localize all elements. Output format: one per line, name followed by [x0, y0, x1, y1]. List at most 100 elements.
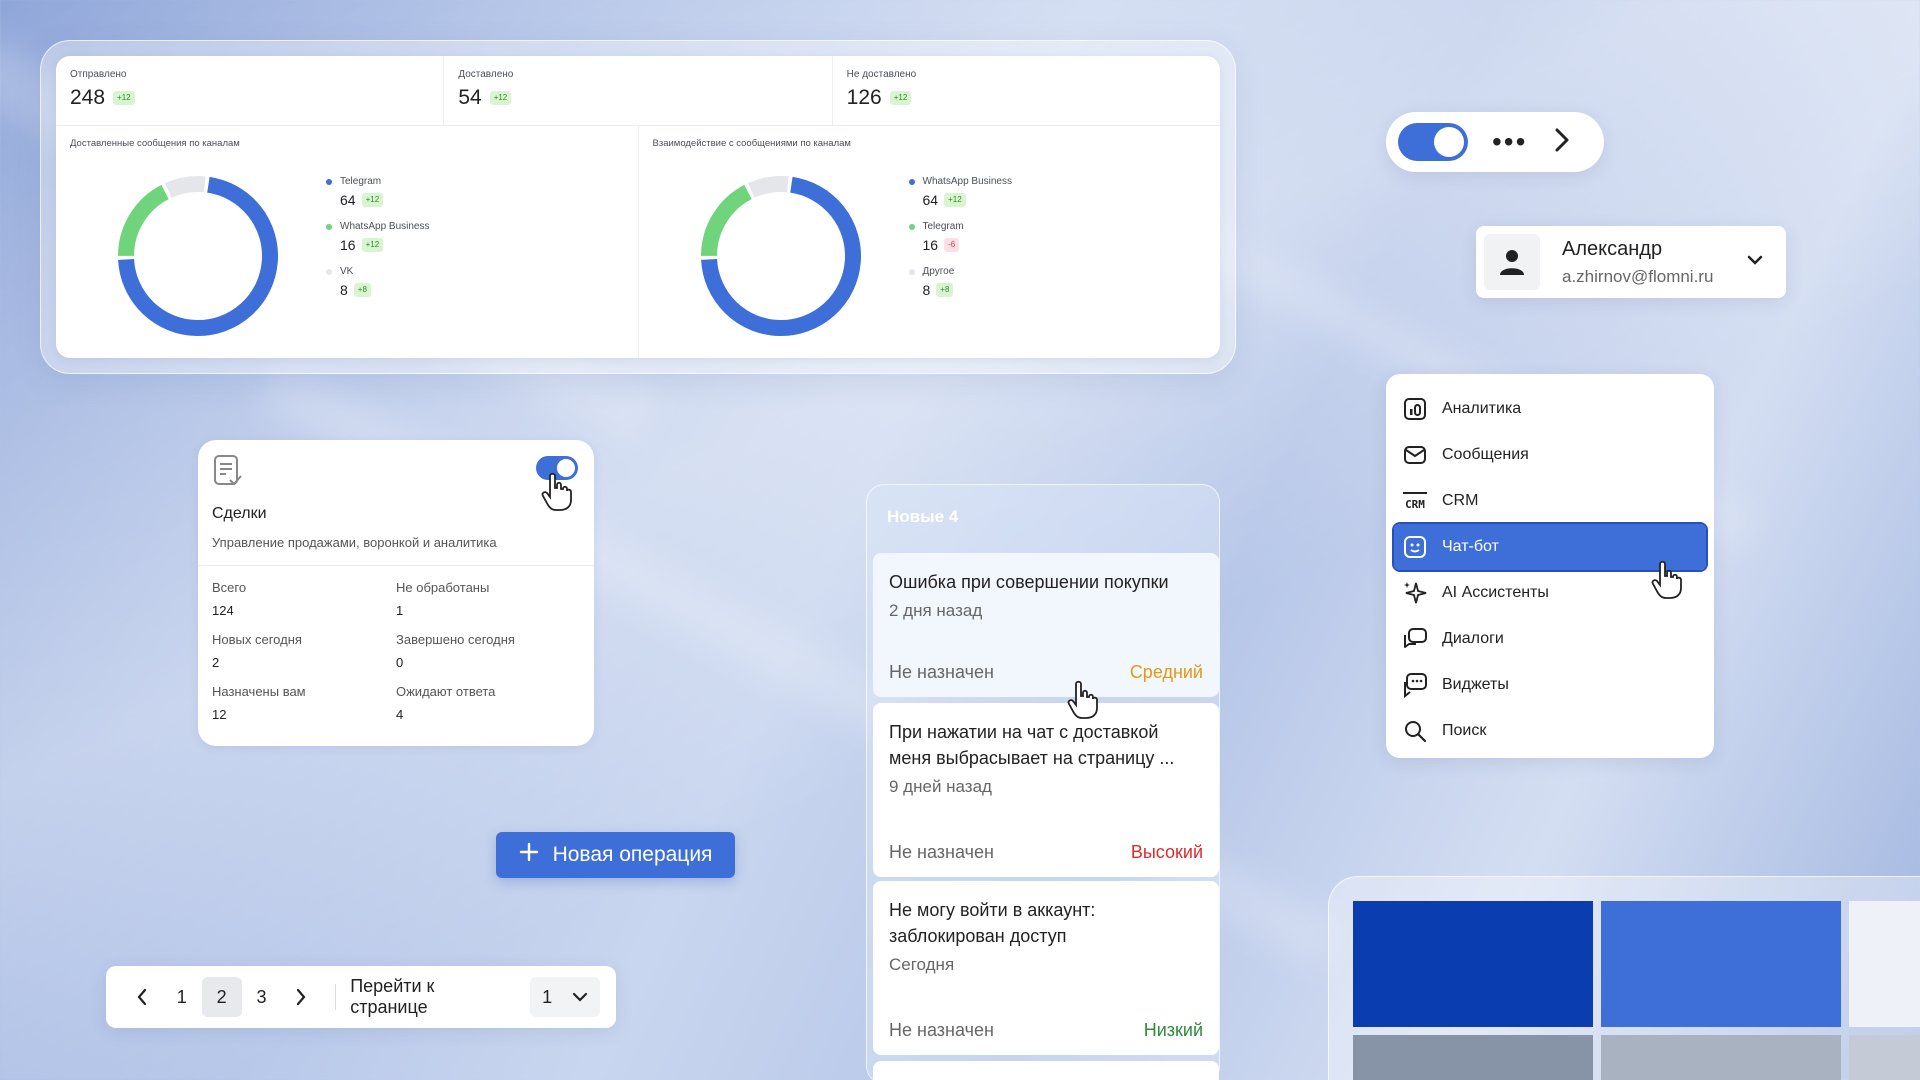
chatbot-icon [1402, 534, 1428, 560]
donut-chart [118, 176, 278, 336]
deals-metric: Не обработаны 1 [396, 580, 490, 618]
swatch-blue [1601, 901, 1841, 1027]
ticket-card[interactable]: Не могу войти в аккаунт: заблокирован до… [873, 881, 1219, 1055]
legend-value: 8 [922, 282, 931, 298]
legend-item: WhatsApp Business 64 +12 [908, 176, 1013, 208]
legend-item: VK 8 +8 [326, 266, 430, 298]
ticket-priority: Высокий [1130, 842, 1203, 862]
new-operation-label: Новая операция [552, 843, 713, 866]
analytics-icon [1402, 396, 1428, 422]
page-button-current[interactable]: 2 [201, 977, 242, 1017]
hand-cursor-icon [541, 472, 572, 511]
search-icon [1402, 718, 1428, 744]
legend-value: 8 [340, 282, 348, 298]
chart-title: Взаимодействие с сообщениями по каналам [652, 138, 851, 149]
chevron-down-icon[interactable] [1746, 253, 1764, 271]
stat-label: Отправлено [70, 69, 127, 80]
deals-title: Сделки [212, 505, 267, 522]
deals-metric: Всего 124 [212, 580, 247, 618]
stats-dashboard: Отправлено 248 +12 Доставлено 54 +12 Не до… [56, 56, 1220, 358]
donut-slice-vk [164, 176, 206, 198]
ticket-time: 2 дня назад [889, 601, 983, 620]
goto-label: Перейти к странице [350, 976, 435, 1017]
ticket-card[interactable]: Ошибка при совершении покупки 2 дня наза… [873, 553, 1219, 697]
legend-dot [326, 223, 332, 230]
ticket-priority: Низкий [1143, 1020, 1203, 1040]
legend-label: WhatsApp Business [922, 176, 1013, 187]
menu-label: Поиск [1442, 722, 1487, 739]
menu-label: CRM [1442, 492, 1479, 509]
legend-label: Telegram [922, 221, 964, 232]
ticket-title: Ошибка при совершении покупки [889, 572, 1169, 592]
chevron-left-icon [137, 988, 147, 1006]
ticket-time: Сегодня [889, 955, 955, 974]
legend-dot [908, 223, 915, 230]
control-bar: ••• [1386, 112, 1604, 172]
next-page-button[interactable] [281, 977, 321, 1017]
swatch-light [1849, 901, 1920, 1027]
ticket-card[interactable]: При нажатии на чат с доставкой меня выбр… [873, 703, 1219, 877]
legend-label: WhatsApp Business [340, 221, 430, 232]
more-icon[interactable]: ••• [1492, 128, 1527, 156]
ticket-title: При нажатии на чат с доставкой меня выбр… [889, 722, 1175, 768]
swatch-dark-blue [1353, 901, 1593, 1027]
legend-label: Другое [922, 266, 955, 277]
delta-badge: +12 [361, 238, 384, 252]
legend-item: WhatsApp Business 16 +12 [326, 221, 430, 253]
hand-cursor-icon [1067, 680, 1098, 719]
chart-delivered-by-channel: Доставленные сообщения по каналам Telegr… [56, 126, 639, 358]
delta-badge: +12 [889, 91, 912, 105]
color-swatches [1328, 876, 1920, 1080]
toggle-knob [1434, 127, 1464, 157]
goto-page-select[interactable]: 1 [530, 977, 600, 1017]
legend-value: 64 [340, 192, 356, 208]
stat-label: Не доставлено [846, 69, 917, 80]
document-check-icon [212, 454, 580, 493]
divider [335, 984, 337, 1010]
chart-legend: Telegram 64 +12 WhatsApp Business 16 +12 V… [326, 176, 430, 311]
page-button[interactable]: 1 [162, 977, 202, 1017]
delta-badge: +8 [353, 283, 371, 297]
delta-badge: +12 [489, 91, 512, 105]
svg-text:CRM: CRM [1405, 498, 1425, 511]
main-toggle[interactable] [1398, 123, 1468, 161]
chevron-right-icon [297, 988, 306, 1006]
menu-item-dialogs[interactable]: Диалоги [1394, 616, 1706, 662]
page-button[interactable]: 3 [242, 977, 282, 1017]
delta-badge: +12 [944, 193, 966, 207]
delta-badge: -6 [944, 238, 960, 252]
menu-item-messages[interactable]: Сообщения [1394, 432, 1706, 478]
delta-badge: +8 [936, 283, 954, 297]
dialogs-icon [1402, 626, 1428, 652]
menu-label: Виджеты [1442, 676, 1509, 693]
ticket-assignee: Не назначен [889, 1020, 994, 1040]
deals-metric: Новых сегодня 2 [212, 632, 302, 670]
column-title: Новые 4 [887, 507, 959, 526]
menu-item-widgets[interactable]: Виджеты [1394, 662, 1706, 708]
chart-engagement-by-channel: Взаимодействие с сообщениями по каналам … [639, 126, 1221, 358]
deals-metric: Назначены вам 12 [212, 684, 306, 722]
menu-item-search[interactable]: Поиск [1394, 708, 1706, 754]
legend-dot [908, 178, 915, 185]
menu-label: AI Ассистенты [1442, 584, 1549, 601]
new-operation-button[interactable]: Новая операция [496, 832, 735, 878]
menu-label: Сообщения [1442, 446, 1529, 463]
donut-slice-другое [747, 176, 789, 198]
chevron-right-icon[interactable] [1551, 127, 1573, 158]
chart-legend: WhatsApp Business 64 +12 Telegram 16 -6 Др… [908, 176, 1013, 311]
menu-label: Диалоги [1442, 630, 1504, 647]
sparkle-icon [1402, 580, 1428, 606]
chevron-down-icon [572, 992, 588, 1002]
prev-page-button[interactable] [122, 977, 162, 1017]
legend-item: Telegram 64 +12 [326, 176, 430, 208]
ticket-assignee: Не назначен [889, 842, 994, 862]
ticket-time: 9 дней назад [889, 777, 992, 796]
kanban-column: Новые 4 Ошибка при совершении покупки 2 … [866, 484, 1220, 1080]
menu-item-analytics[interactable]: Аналитика [1394, 386, 1706, 432]
stat-value: 126 [846, 86, 882, 109]
ticket-card[interactable] [873, 1061, 1219, 1080]
menu-item-crm[interactable]: CRM CRM [1394, 478, 1706, 524]
user-card[interactable]: Александр a.zhirnov@flomni.ru [1476, 226, 1786, 298]
legend-value: 16 [340, 237, 356, 253]
legend-value: 16 [922, 237, 939, 253]
